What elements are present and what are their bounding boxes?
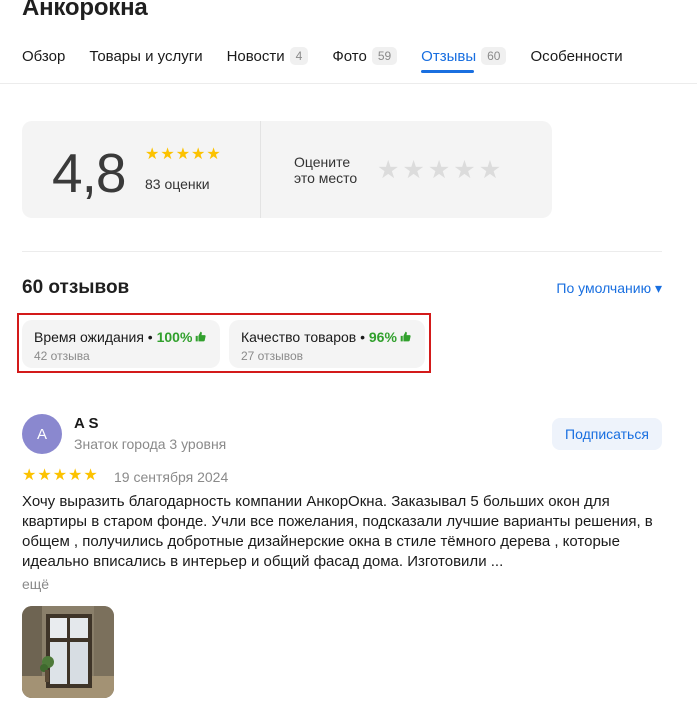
tab-count-badge: 60 xyxy=(481,47,507,65)
rate-prompt-line: это место xyxy=(294,170,358,186)
tab-features[interactable]: Особенности xyxy=(530,41,622,71)
card-separator xyxy=(260,121,261,218)
aspect-count: 27 отзывов xyxy=(241,349,304,363)
reviews-heading: 60 отзывов xyxy=(22,277,130,298)
sort-dropdown[interactable]: По умолчанию ▾ xyxy=(556,280,662,297)
aspect-name: Качество товаров xyxy=(241,329,357,345)
aspect-percent: 100% xyxy=(156,329,193,345)
tab-label: Товары и услуги xyxy=(89,47,203,65)
rate-star-3-icon[interactable]: ★ xyxy=(428,158,450,183)
tab-goods-services[interactable]: Товары и услуги xyxy=(89,41,202,71)
rate-star-1-icon[interactable]: ★ xyxy=(377,158,399,183)
star-icon: ★ xyxy=(191,146,206,163)
star-icon: ★ xyxy=(83,467,98,484)
rating-count: 83 оценки xyxy=(145,176,210,192)
review-stars: ★ ★ ★ ★ ★ xyxy=(22,468,99,484)
rate-prompt-line: Оцените xyxy=(294,154,351,170)
star-icon: ★ xyxy=(175,146,191,163)
aspect-name: Время ожидания xyxy=(34,329,144,345)
tabs-bar: Обзор Товары и услуги Новости 4 Фото 59 … xyxy=(22,41,647,73)
review-author-name[interactable]: A S xyxy=(74,415,98,432)
star-icon: ★ xyxy=(52,467,68,484)
rate-prompt: Оцените это место xyxy=(294,154,357,186)
review-author-level: Знаток города 3 уровня xyxy=(74,436,227,452)
tab-count-badge: 4 xyxy=(289,47,309,65)
rate-star-5-icon[interactable]: ★ xyxy=(479,158,501,183)
tab-photos[interactable]: Фото 59 xyxy=(332,41,398,71)
rating-stars: ★ ★ ★ ★ ★ xyxy=(145,147,222,163)
tab-count-badge: 59 xyxy=(371,47,398,65)
aspect-separator: • xyxy=(143,329,157,345)
star-icon: ★ xyxy=(206,146,221,163)
rate-star-2-icon[interactable]: ★ xyxy=(402,158,424,183)
section-divider xyxy=(22,251,662,252)
tab-reviews[interactable]: Отзывы 60 xyxy=(421,41,507,73)
tab-label: Новости xyxy=(226,47,285,65)
tab-label: Фото xyxy=(332,47,367,65)
review-photo-image xyxy=(22,606,114,698)
star-icon: ★ xyxy=(160,146,175,163)
tabs-divider xyxy=(0,83,697,84)
thumbs-up-icon xyxy=(400,331,411,345)
aspect-chip-goods-quality[interactable]: Качество товаров • 96% 27 отзывов xyxy=(229,320,425,368)
aspect-title: Время ожидания • 100% xyxy=(34,329,207,345)
subscribe-button[interactable]: Подписаться xyxy=(552,418,662,450)
star-icon: ★ xyxy=(145,146,160,163)
avatar[interactable]: A xyxy=(22,414,62,454)
star-icon: ★ xyxy=(22,467,37,484)
tab-label: Особенности xyxy=(530,47,623,65)
review-photo[interactable] xyxy=(22,606,114,698)
review-date: 19 сентября 2024 xyxy=(114,469,229,485)
rate-stars: ★ ★ ★ ★ ★ xyxy=(377,158,504,183)
tab-news[interactable]: Новости 4 xyxy=(227,41,309,71)
aspect-chip-waiting-time[interactable]: Время ожидания • 100% 42 отзыва xyxy=(22,320,220,368)
tab-label: Обзор xyxy=(22,47,66,65)
rating-card: 4,8 ★ ★ ★ ★ ★ 83 оценки Оцените это мест… xyxy=(22,121,552,218)
tab-overview[interactable]: Обзор xyxy=(22,41,65,71)
star-icon: ★ xyxy=(37,467,52,484)
review-more-link[interactable]: ещё xyxy=(22,576,49,592)
aspect-count: 42 отзыва xyxy=(34,349,90,363)
review-text: Хочу выразить благодарность компании Анк… xyxy=(22,493,653,570)
tab-label: Отзывы xyxy=(421,47,477,65)
star-icon: ★ xyxy=(68,467,83,484)
page-title: Анкорокна xyxy=(22,0,148,21)
thumbs-up-icon xyxy=(195,331,207,345)
rating-value: 4,8 xyxy=(52,142,126,204)
rate-star-4-icon[interactable]: ★ xyxy=(453,158,475,183)
aspect-title: Качество товаров • 96% xyxy=(241,329,411,345)
aspect-separator: • xyxy=(356,329,369,345)
aspect-percent: 96% xyxy=(368,329,397,345)
